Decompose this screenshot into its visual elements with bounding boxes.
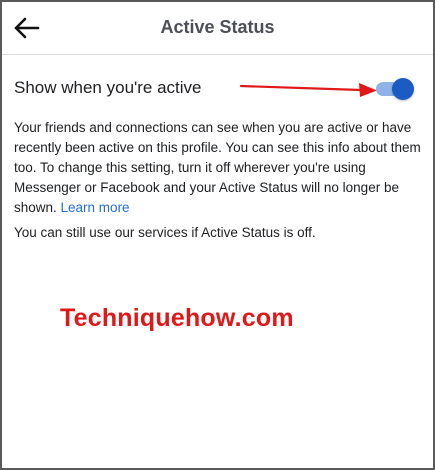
red-arrow-annotation-icon xyxy=(239,83,377,97)
active-status-toggle[interactable] xyxy=(376,78,414,100)
page-title: Active Status xyxy=(160,17,275,37)
watermark-text: Techniquehow.com xyxy=(60,304,294,332)
screenshot-frame: Active Status Show when you're active Yo… xyxy=(0,0,435,470)
setting-description: Your friends and connections can see whe… xyxy=(14,118,422,218)
top-app-bar: Active Status xyxy=(2,2,433,55)
toggle-thumb xyxy=(392,78,414,100)
show-active-setting-row[interactable]: Show when you're active xyxy=(14,76,419,102)
setting-label: Show when you're active xyxy=(14,78,202,97)
learn-more-link[interactable]: Learn more xyxy=(61,200,130,215)
services-note: You can still use our services if Active… xyxy=(14,225,316,240)
